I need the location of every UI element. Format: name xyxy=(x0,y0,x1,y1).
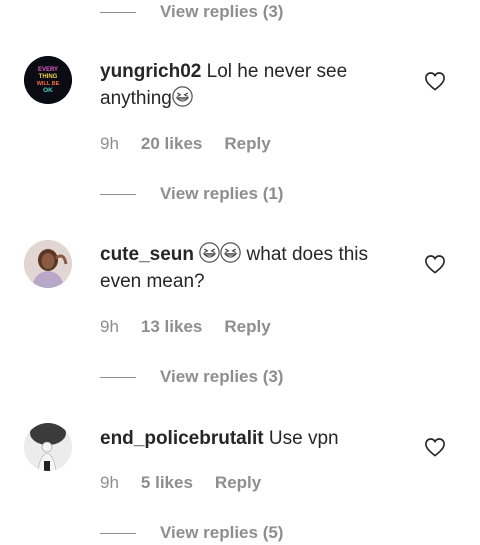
reply-button[interactable]: Reply xyxy=(224,134,270,154)
like-heart-icon[interactable] xyxy=(424,254,446,274)
comment-username[interactable]: cute_seun xyxy=(100,244,194,265)
avatar-text-line: EVERY xyxy=(38,67,58,73)
view-replies-button[interactable]: View replies (1) xyxy=(100,182,283,206)
comment-time: 9h xyxy=(100,134,119,153)
avatar-image: EVERY THING WILL BE OK xyxy=(24,56,72,104)
avatar[interactable] xyxy=(24,423,72,471)
divider-line xyxy=(100,193,136,195)
avatar-text-line: THING xyxy=(39,74,58,80)
like-heart-icon[interactable] xyxy=(424,71,446,91)
view-replies-label: View replies (5) xyxy=(160,523,284,542)
avatar-image xyxy=(24,423,72,471)
view-replies-button[interactable]: View replies (3) xyxy=(100,365,283,389)
comment-username[interactable]: end_policebrutalit xyxy=(100,428,264,449)
comment-time: 9h xyxy=(100,473,119,492)
reply-button[interactable]: Reply xyxy=(224,317,270,337)
comment-meta: 9h 13 likes Reply xyxy=(100,317,271,337)
comment-username[interactable]: yungrich02 xyxy=(100,61,201,82)
view-replies-label: View replies (3) xyxy=(160,367,284,386)
grinning-squinting-face-icon xyxy=(220,242,242,263)
view-replies-button[interactable]: View replies (3) xyxy=(100,0,283,24)
view-replies-button[interactable]: View replies (5) xyxy=(100,521,283,545)
reply-button[interactable]: Reply xyxy=(215,473,261,493)
avatar-image xyxy=(24,240,72,288)
likes-count[interactable]: 13 likes xyxy=(141,317,202,337)
likes-count[interactable]: 20 likes xyxy=(141,134,202,154)
likes-count[interactable]: 5 likes xyxy=(141,473,193,493)
divider-line xyxy=(100,532,136,534)
divider-line xyxy=(100,376,136,378)
comment-body: cute_seun what does this even mean? xyxy=(100,241,400,295)
avatar[interactable] xyxy=(24,240,72,288)
comment-body: end_policebrutalit Use vpn xyxy=(100,425,400,452)
comment-body: yungrich02 Lol he never see anything xyxy=(100,58,400,112)
comment-meta: 9h 5 likes Reply xyxy=(100,473,261,493)
comment-time: 9h xyxy=(100,317,119,336)
comment-meta: 9h 20 likes Reply xyxy=(100,134,271,154)
grinning-squinting-face-icon xyxy=(199,242,221,263)
divider-line xyxy=(100,11,136,13)
like-heart-icon[interactable] xyxy=(424,437,446,457)
view-replies-label: View replies (3) xyxy=(160,2,284,21)
comment-text: Use vpn xyxy=(268,428,339,449)
view-replies-label: View replies (1) xyxy=(160,184,284,203)
avatar[interactable]: EVERY THING WILL BE OK xyxy=(24,56,72,104)
grinning-squinting-face-icon xyxy=(172,86,193,107)
avatar-text-line: OK xyxy=(43,87,53,94)
